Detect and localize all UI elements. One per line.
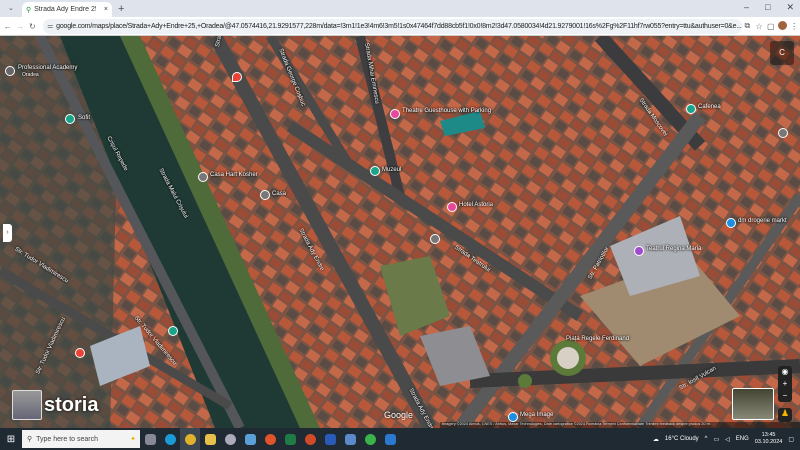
- map-label[interactable]: dm drogerie markt: [738, 218, 787, 224]
- tab-title: Strada Ady Endre 25 - Google: [34, 6, 96, 13]
- photos-icon[interactable]: [380, 428, 400, 450]
- weather-text[interactable]: 16°C Cloudy: [665, 436, 699, 442]
- new-tab-button[interactable]: +: [118, 2, 124, 17]
- google-logo: Google: [384, 410, 414, 420]
- tab-active[interactable]: ⚲ Strada Ady Endre 25 - Google ×: [22, 2, 112, 17]
- theatre-pin-icon[interactable]: [634, 246, 644, 256]
- extensions-icon[interactable]: ▢: [765, 22, 777, 31]
- place-pin-icon[interactable]: [168, 326, 178, 336]
- place-pin-icon[interactable]: [686, 104, 696, 114]
- place-pin-icon[interactable]: [198, 172, 208, 182]
- map-label[interactable]: Casa Hart Kosher: [210, 172, 258, 178]
- map-label[interactable]: Theatre Guesthouse with Parking: [402, 108, 491, 114]
- powerpoint-icon[interactable]: [300, 428, 320, 450]
- hotel-pin-icon[interactable]: [447, 202, 457, 212]
- map-label[interactable]: Teatrul Regina Maria: [646, 246, 701, 252]
- search-icon: ⚲: [27, 436, 33, 443]
- clock-date: 03.10.2024: [754, 439, 783, 445]
- address-bar-row: ← → ↻ ⚌ google.com/maps/place/Strada+Ady…: [0, 17, 800, 36]
- cast-icon[interactable]: ⧉: [742, 21, 754, 31]
- site-info-icon[interactable]: ⚌: [47, 22, 53, 30]
- excel-icon[interactable]: [280, 428, 300, 450]
- collapse-panel-button[interactable]: ›: [3, 224, 12, 242]
- maps-pin-icon: ⚲: [26, 6, 32, 14]
- profile-avatar[interactable]: [777, 20, 789, 32]
- hotel-pin-icon[interactable]: [390, 109, 400, 119]
- search-placeholder: Type here to search: [36, 435, 99, 443]
- map-imagery: [0, 36, 800, 428]
- school-pin-icon[interactable]: [5, 66, 15, 76]
- satellite-map[interactable]: C › Professional Academy Oradea Sofit Cr…: [0, 36, 800, 428]
- map-label[interactable]: Hotel Astoria: [459, 202, 493, 208]
- layers-button[interactable]: C: [770, 41, 794, 65]
- forward-icon[interactable]: →: [15, 22, 24, 31]
- selected-location-pin-icon[interactable]: [232, 72, 242, 82]
- reload-icon[interactable]: ↻: [28, 22, 37, 31]
- map-label: Oradea: [22, 72, 39, 78]
- url-text: google.com/maps/place/Strada+Ady+Endre+2…: [56, 22, 742, 30]
- edge-icon[interactable]: [160, 428, 180, 450]
- map-label[interactable]: Casa: [272, 191, 286, 197]
- tab-bar: ⌄ ⚲ Strada Ady Endre 25 - Google × + – □…: [0, 0, 800, 17]
- museum-pin-icon[interactable]: [370, 166, 380, 176]
- notepad-icon[interactable]: [340, 428, 360, 450]
- copilot-icon: ✦: [130, 436, 136, 443]
- pegman-icon[interactable]: ♟: [778, 408, 792, 422]
- tab-search-button[interactable]: ⌄: [8, 4, 14, 12]
- close-window-button[interactable]: ✕: [786, 2, 794, 13]
- map-label[interactable]: Sofit: [78, 115, 90, 121]
- zoom-in-button[interactable]: +: [783, 378, 788, 390]
- place-pin-icon[interactable]: [65, 114, 75, 124]
- staria-watermark: storia: [12, 390, 98, 420]
- place-pin-icon[interactable]: [75, 348, 85, 358]
- compass-icon[interactable]: ◉: [782, 366, 789, 378]
- shop-pin-icon[interactable]: [508, 412, 518, 422]
- maximize-button[interactable]: □: [765, 2, 770, 13]
- place-pin-icon[interactable]: [778, 128, 788, 138]
- task-view-icon[interactable]: [140, 428, 160, 450]
- back-icon[interactable]: ←: [3, 22, 12, 31]
- whatsapp-icon[interactable]: [360, 428, 380, 450]
- map-label[interactable]: Mega Image: [520, 412, 553, 418]
- shop-pin-icon[interactable]: [726, 218, 736, 228]
- clock[interactable]: 13:45 03.10.2024: [755, 432, 783, 446]
- app-icon[interactable]: [240, 428, 260, 450]
- language-indicator[interactable]: ENG: [736, 436, 749, 442]
- taskbar-search-input[interactable]: ⚲ Type here to search ✦: [22, 430, 140, 448]
- zoom-out-button[interactable]: −: [783, 390, 788, 402]
- network-icon[interactable]: ▭: [713, 436, 719, 443]
- menu-icon[interactable]: ⋮: [788, 22, 800, 31]
- place-pin-icon[interactable]: [260, 190, 270, 200]
- map-label[interactable]: Professional Academy: [18, 65, 77, 71]
- file-explorer-icon[interactable]: [200, 428, 220, 450]
- volume-icon[interactable]: ◁: [725, 436, 730, 443]
- firefox-icon[interactable]: [260, 428, 280, 450]
- word-icon[interactable]: [320, 428, 340, 450]
- photo-thumbnail[interactable]: [12, 390, 42, 420]
- map-label[interactable]: Cafenea: [698, 104, 721, 110]
- windows-start-icon[interactable]: ⊞: [0, 434, 22, 445]
- tray-chevron-icon[interactable]: ^: [705, 436, 708, 442]
- weather-icon[interactable]: ☁: [653, 436, 659, 443]
- system-tray: ☁ 16°C Cloudy ^ ▭ ◁ ENG 13:45 03.10.2024…: [653, 432, 800, 446]
- map-label[interactable]: Piața Regele Ferdinand: [566, 336, 629, 342]
- clock-time: 13:45: [761, 432, 776, 438]
- watermark-text: storia: [44, 393, 99, 416]
- close-tab-icon[interactable]: ×: [104, 6, 108, 13]
- settings-icon[interactable]: [220, 428, 240, 450]
- url-input[interactable]: ⚌ google.com/maps/place/Strada+Ady+Endre…: [43, 18, 742, 34]
- map-label[interactable]: Muzeul: [382, 167, 401, 173]
- chrome-icon[interactable]: [180, 428, 200, 450]
- notifications-icon[interactable]: ▢: [788, 436, 794, 443]
- bookmark-star-icon[interactable]: ☆: [753, 22, 765, 31]
- street-view-thumbnail[interactable]: [732, 388, 774, 420]
- minimize-button[interactable]: –: [744, 2, 749, 13]
- taskbar: ⊞ ⚲ Type here to search ✦ ☁ 16°C Cloudy …: [0, 428, 800, 450]
- zoom-controls: ◉ + −: [778, 366, 792, 402]
- place-pin-icon[interactable]: [430, 234, 440, 244]
